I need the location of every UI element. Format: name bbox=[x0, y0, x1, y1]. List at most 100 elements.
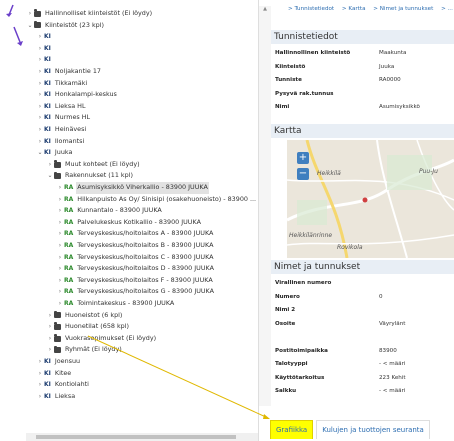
chevron-right-icon[interactable]: › bbox=[36, 43, 44, 55]
breadcrumb-tunnistetiedot-link[interactable]: > Tunnistetiedot bbox=[288, 6, 334, 12]
chevron-down-icon[interactable]: ⌄ bbox=[36, 147, 44, 159]
tree-item[interactable]: › RA Terveyskeskus/hoitolaitos D - 83900 J… bbox=[56, 263, 215, 275]
tree-item-label: Terveyskeskus/hoitolaitos D - 83900 JUUK… bbox=[77, 264, 214, 273]
chevron-right-icon[interactable]: › bbox=[36, 54, 44, 66]
chevron-down-icon[interactable]: ⌄ bbox=[46, 170, 54, 182]
chevron-right-icon[interactable]: › bbox=[56, 240, 64, 252]
tree-item[interactable]: › KI bbox=[36, 54, 56, 66]
tree-item[interactable]: › Hallinnolliset kiinteistöt (Ei löydy) bbox=[26, 8, 153, 20]
tree-item[interactable]: › KI Heinävesi bbox=[36, 124, 87, 136]
chevron-right-icon[interactable]: › bbox=[56, 275, 64, 287]
tree-item[interactable]: › KI Honkalampi-keskus bbox=[36, 89, 118, 101]
chevron-right-icon[interactable]: › bbox=[36, 391, 44, 403]
chevron-right-icon[interactable]: › bbox=[36, 356, 44, 368]
chevron-right-icon[interactable]: › bbox=[36, 112, 44, 124]
tree-item[interactable]: › Huoneistot (6 kpl) bbox=[46, 310, 123, 322]
chevron-right-icon[interactable]: › bbox=[36, 379, 44, 391]
chevron-right-icon[interactable]: › bbox=[36, 101, 44, 113]
tree-item[interactable]: › KI Kontiolahti bbox=[36, 379, 90, 391]
chevron-right-icon[interactable]: › bbox=[56, 298, 64, 310]
tree-item-label: Terveyskeskus/hoitolaitos A - 83900 JUUK… bbox=[77, 229, 214, 238]
tree-item[interactable]: › KI bbox=[36, 43, 56, 55]
tree-item[interactable]: › KI Tikkamäki bbox=[36, 78, 88, 90]
chevron-right-icon[interactable]: › bbox=[56, 205, 64, 217]
tree-item-label: Palvelukeskus Kotikallio - 83900 JUUKA bbox=[77, 217, 201, 226]
tree-item[interactable]: › RA Terveyskeskus/hoitolaitos G - 83900 J… bbox=[56, 286, 215, 298]
chevron-right-icon[interactable]: › bbox=[46, 333, 54, 345]
name-row: Käyttötarkoitus 223 Kehit bbox=[271, 372, 454, 384]
tree-item[interactable]: › KI Noljakantie 17 bbox=[36, 66, 102, 78]
tree-horizontal-scrollbar[interactable] bbox=[26, 433, 258, 441]
chevron-right-icon[interactable]: › bbox=[26, 8, 34, 20]
tab-kulujen-seuranta[interactable]: Kulujen ja tuottojen seuranta bbox=[316, 420, 430, 439]
building-tag-icon: RA bbox=[64, 230, 74, 238]
tree-item[interactable]: › RA Terveyskeskus/hoitolaitos A - 83900 J… bbox=[56, 228, 214, 240]
tree-item[interactable]: › RA Hilkanpuisto As Oy/ Sinisipi (osakehu… bbox=[56, 194, 257, 206]
chevron-right-icon[interactable]: › bbox=[36, 31, 44, 43]
breadcrumb-kartta-link[interactable]: > Kartta bbox=[342, 6, 366, 12]
chevron-right-icon[interactable]: › bbox=[56, 228, 64, 240]
property-row: Pysyvä rak.tunnus bbox=[271, 88, 454, 100]
chevron-right-icon[interactable]: › bbox=[56, 217, 64, 229]
tree-item-label: Terveyskeskus/hoitolaitos G - 83900 JUUK… bbox=[77, 287, 215, 296]
tree-item[interactable]: › RA Palvelukeskus Kotikallio - 83900 JUUK… bbox=[56, 217, 202, 229]
tree-item[interactable]: › RA Asumisyksikkö Viherkallio - 83900 JUU… bbox=[56, 182, 209, 194]
name-label: Virallinen numero bbox=[275, 280, 332, 286]
tree-item[interactable]: › KI Ilomantsi bbox=[36, 136, 85, 148]
tree-item[interactable]: › Vuokrasopimukset (Ei löydy) bbox=[46, 333, 157, 345]
scrollbar-thumb[interactable] bbox=[36, 435, 236, 439]
section-kartta-header: Kartta bbox=[271, 124, 454, 138]
chevron-right-icon[interactable]: › bbox=[56, 182, 64, 194]
tree-vertical-scrollbar[interactable] bbox=[250, 8, 258, 433]
tree-item-label: Toimintakeskus - 83900 JUUKA bbox=[77, 299, 175, 307]
property-tag-icon: KI bbox=[44, 91, 51, 99]
tree-item[interactable]: › KI Nurmes HL bbox=[36, 112, 91, 124]
tree-item[interactable]: › KI bbox=[36, 31, 56, 43]
zoom-out-button[interactable]: − bbox=[297, 168, 309, 180]
tree-item[interactable]: › KI Lieksa bbox=[36, 391, 76, 403]
tree-item[interactable]: › KI Joensuu bbox=[36, 356, 81, 368]
name-label: Numero bbox=[275, 293, 300, 300]
breadcrumb-more-link[interactable]: > ... bbox=[441, 6, 453, 12]
chevron-right-icon[interactable]: › bbox=[56, 252, 64, 264]
chevron-right-icon[interactable]: › bbox=[36, 136, 44, 148]
folder-icon bbox=[54, 171, 61, 180]
breadcrumb-nimet-link[interactable]: > Nimet ja tunnukset bbox=[373, 6, 433, 12]
tree-item[interactable]: › Huonetilat (658 kpl) bbox=[46, 321, 130, 333]
chevron-right-icon[interactable]: › bbox=[36, 66, 44, 78]
chevron-right-icon[interactable]: › bbox=[56, 194, 64, 206]
tree-item[interactable]: › KI Kitee bbox=[36, 368, 72, 380]
chevron-right-icon[interactable]: › bbox=[46, 321, 54, 333]
zoom-in-button[interactable]: + bbox=[297, 152, 309, 164]
name-value: 83900 bbox=[379, 347, 397, 354]
tree-item[interactable]: › Muut kohteet (Ei löydy) bbox=[46, 159, 141, 171]
chevron-right-icon[interactable]: › bbox=[46, 310, 54, 322]
tree-item[interactable]: › RA Terveyskeskus/hoitolaitos C - 83900 J… bbox=[56, 252, 215, 264]
chevron-down-icon[interactable]: ⌄ bbox=[26, 20, 34, 32]
chevron-right-icon[interactable]: › bbox=[36, 78, 44, 90]
tree-item[interactable]: › KI Lieksa HL bbox=[36, 101, 87, 113]
chevron-right-icon[interactable]: › bbox=[56, 286, 64, 298]
details-vertical-scrollbar[interactable]: ▲ bbox=[259, 6, 271, 406]
building-tag-icon: RA bbox=[64, 288, 74, 296]
name-row: Nimi 2 bbox=[271, 304, 454, 316]
tree-item[interactable]: › Ryhmät (Ei löydy) bbox=[46, 344, 123, 356]
chevron-right-icon[interactable]: › bbox=[36, 368, 44, 380]
tree-item[interactable]: › RA Terveyskeskus/hoitolaitos F - 83900 J… bbox=[56, 275, 214, 287]
name-row: Talotyyppi - < määri bbox=[271, 358, 454, 370]
tree-item[interactable]: ⌄ KI Juuka bbox=[36, 147, 73, 159]
tree-item[interactable]: › RA Kunnantalo - 83900 JUUKA bbox=[56, 205, 163, 217]
tree-item[interactable]: › RA Toimintakeskus - 83900 JUUKA bbox=[56, 298, 175, 310]
tree-item[interactable]: ⌄ Kiinteistöt (23 kpl) bbox=[26, 20, 105, 32]
chevron-right-icon[interactable]: › bbox=[56, 263, 64, 275]
scroll-up-arrow-icon[interactable]: ▲ bbox=[259, 6, 271, 12]
chevron-right-icon[interactable]: › bbox=[36, 89, 44, 101]
map-view[interactable]: + − Heikkilä Puu-Ju Heikkilänrinne Rovik… bbox=[287, 140, 454, 258]
chevron-right-icon[interactable]: › bbox=[46, 159, 54, 171]
tree-item[interactable]: › RA Terveyskeskus/hoitolaitos B - 83900 J… bbox=[56, 240, 214, 252]
name-label: Käyttötarkoitus bbox=[275, 374, 325, 381]
tree-item[interactable]: ⌄ Rakennukset (11 kpl) bbox=[46, 170, 134, 182]
chevron-right-icon[interactable]: › bbox=[36, 124, 44, 136]
tab-grafiikka[interactable]: Grafiikka bbox=[270, 420, 314, 439]
chevron-right-icon[interactable]: › bbox=[46, 344, 54, 356]
